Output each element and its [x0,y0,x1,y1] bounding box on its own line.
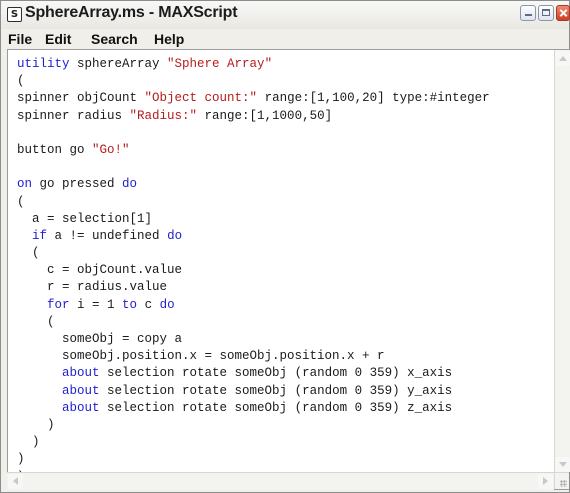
code-text: i = 1 [69,297,123,312]
code-text: go pressed [32,177,123,192]
maximize-button[interactable] [538,5,554,21]
horizontal-scrollbar[interactable] [7,472,554,490]
vertical-scrollbar[interactable] [554,50,570,472]
code-text: selection rotate someObj (random 0 359) … [99,400,453,415]
code-line: ( [17,246,547,263]
code-string: "Radius:" [129,108,198,123]
code-keyword: to [122,297,138,312]
code-text: r = radius.value [17,280,168,295]
code-line: ) [17,435,547,452]
code-string: "Object count:" [144,91,258,106]
close-button[interactable] [556,5,570,21]
code-keyword: do [167,228,183,243]
resize-grip-icon[interactable] [554,472,569,489]
code-line: spinner radius "Radius:" range:[1,1000,5… [17,109,547,126]
scroll-down-arrow-icon[interactable] [555,457,570,472]
code-line: c = objCount.value [17,263,547,280]
title-bar[interactable]: S SphereArray.ms - MAXScript [1,1,570,30]
code-text: sphereArray [69,57,168,71]
maxscript-app-icon[interactable]: S [7,7,22,22]
scroll-up-arrow-icon[interactable] [555,51,570,66]
code-line: utility sphereArray "Sphere Array" [17,57,547,74]
code-line: about selection rotate someObj (random 0… [17,384,547,401]
code-keyword: about [62,400,100,415]
code-keyword: if [32,228,48,243]
code-text: ( [17,246,40,261]
code-line: ( [17,315,547,332]
code-area[interactable]: utility sphereArray "Sphere Array"(spinn… [17,57,547,473]
menu-search[interactable]: Search [91,29,138,49]
code-text: spinner radius [17,108,130,123]
code-text: range:[1,100,20] type:#integer [257,91,490,106]
code-string: "Sphere Array" [167,57,273,71]
menu-bar: File Edit Search Help [1,29,569,49]
code-text: ( [17,74,25,89]
code-line: spinner objCount "Object count:" range:[… [17,91,547,108]
code-line: about selection rotate someObj (random 0… [17,366,547,383]
code-text: ( [17,314,55,329]
code-string: "Go!" [92,142,130,157]
code-line: ) [17,452,547,469]
code-text: a != undefined [47,228,168,243]
code-keyword: do [159,297,175,312]
code-line: r = radius.value [17,280,547,297]
code-text: a = selection[1] [17,211,153,226]
code-text: selection rotate someObj (random 0 359) … [99,383,453,398]
code-text: someObj = copy a [17,332,183,346]
script-editor[interactable]: utility sphereArray "Sphere Array"(spinn… [7,49,569,490]
menu-edit[interactable]: Edit [45,29,71,49]
code-keyword: about [62,366,100,381]
scroll-right-arrow-icon[interactable] [538,474,553,489]
code-keyword: for [47,297,70,312]
code-line: someObj.position.x = someObj.position.x … [17,349,547,366]
menu-file[interactable]: File [8,29,32,49]
code-line: ) [17,418,547,435]
code-line: a = selection[1] [17,212,547,229]
code-line: for i = 1 to c do [17,298,547,315]
maxscript-window: S SphereArray.ms - MAXScript File Edit S… [0,0,570,493]
code-text: range:[1,1000,50] [197,108,333,123]
minimize-button[interactable] [520,5,536,21]
scroll-left-arrow-icon[interactable] [8,474,23,489]
code-text: spinner objCount [17,91,145,106]
menu-help[interactable]: Help [154,29,184,49]
code-text: c [137,297,160,312]
code-line: ( [17,74,547,91]
code-text: ) [17,417,55,432]
code-text: selection rotate someObj (random 0 359) … [99,366,453,381]
window-title: SphereArray.ms - MAXScript [25,4,238,21]
code-text: someObj.position.x = someObj.position.x … [17,349,385,364]
code-text: button go [17,142,93,157]
code-text: c = objCount.value [17,263,183,278]
code-line: ( [17,195,547,212]
code-line: button go "Go!" [17,143,547,160]
code-line: someObj = copy a [17,332,547,349]
code-keyword: on [17,177,33,192]
code-text: ( [17,194,25,209]
code-line: if a != undefined do [17,229,547,246]
code-text: ) [17,435,40,450]
code-keyword: do [122,177,138,192]
code-keyword: about [62,383,100,398]
code-keyword: utility [17,57,70,71]
code-line: on go pressed do [17,177,547,194]
code-text: ) [17,452,25,467]
code-line: about selection rotate someObj (random 0… [17,401,547,418]
